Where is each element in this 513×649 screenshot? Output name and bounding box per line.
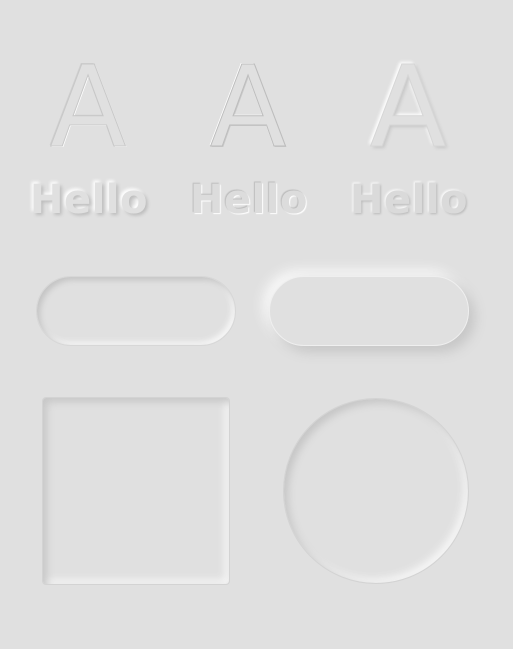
inset-pill [36, 276, 236, 346]
raised-pill-button[interactable] [269, 276, 469, 346]
hello-text-inset: Hello [189, 177, 308, 223]
hello-text-raised: Hello [29, 177, 148, 223]
letter-a-raised: A [369, 43, 447, 173]
inset-square-panel [42, 397, 230, 585]
inset-circle-panel [283, 398, 469, 584]
letter-a-debossed: A [49, 43, 127, 173]
letter-a-embossed: A [209, 43, 287, 173]
hello-text-embossed: Hello [349, 177, 468, 223]
